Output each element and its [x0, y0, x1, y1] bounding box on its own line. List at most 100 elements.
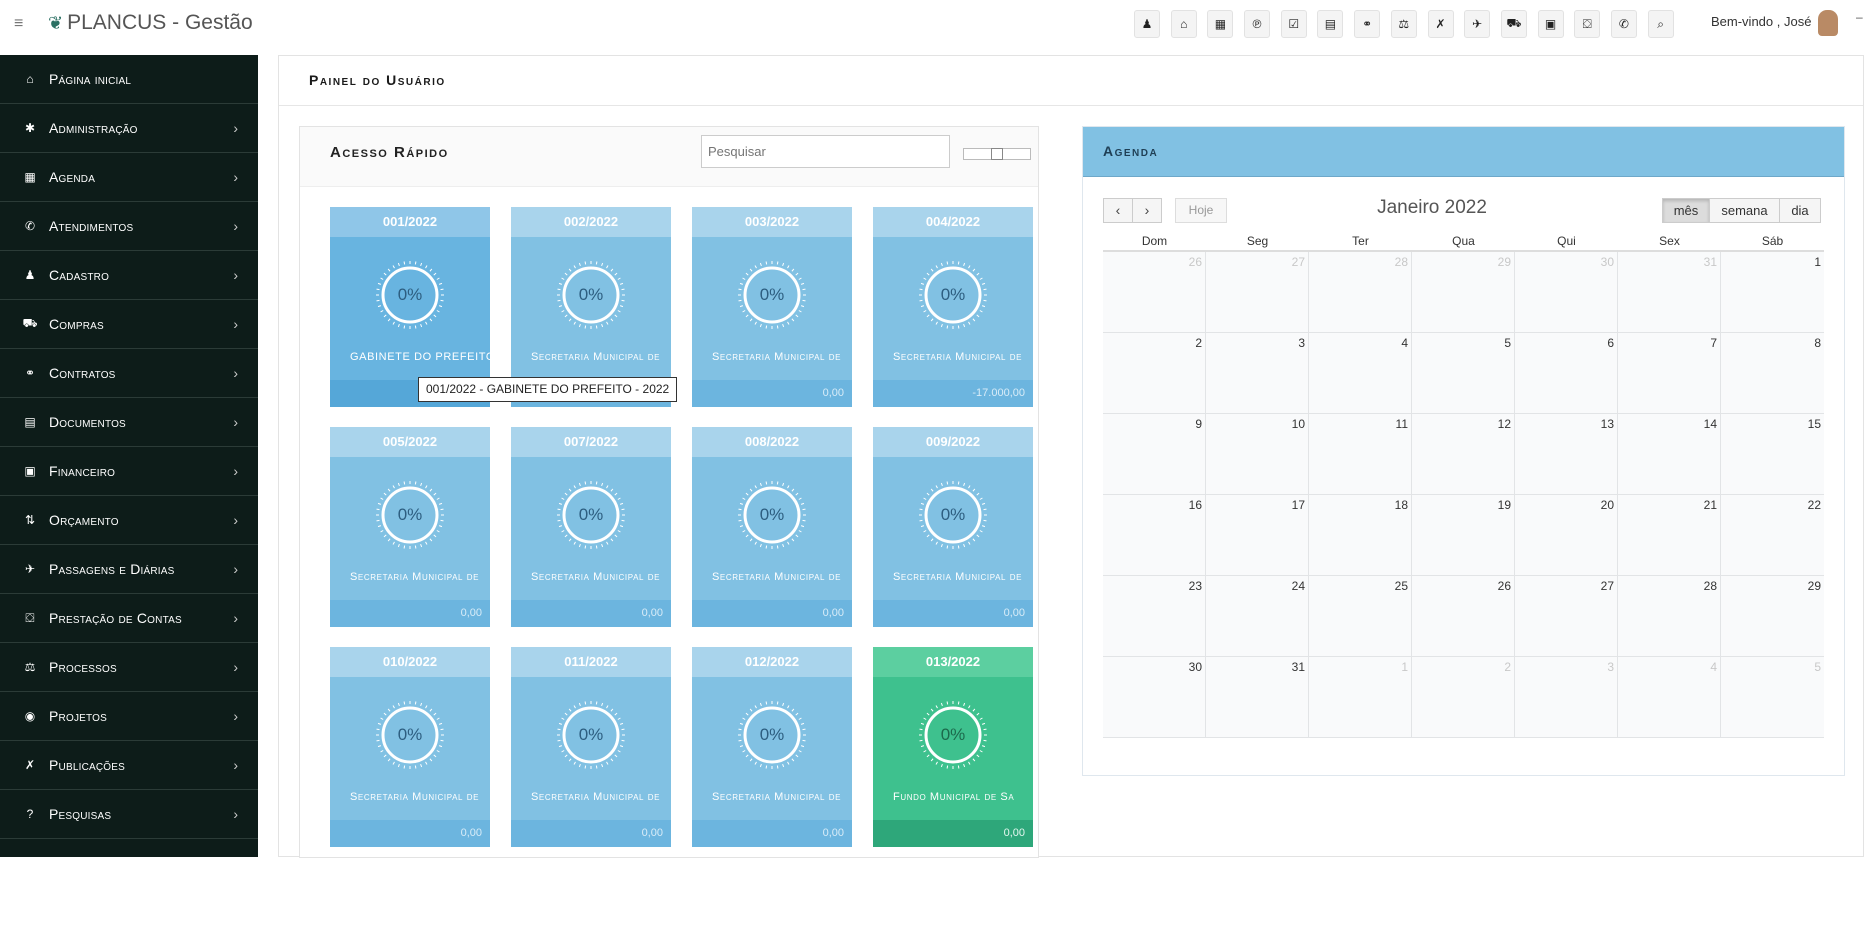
prev-month-button[interactable]: ‹ — [1103, 198, 1133, 223]
sidebar-item-8[interactable]: ▣ Financeiro › — [0, 447, 258, 496]
sidebar-item-14[interactable]: ✗ Publicações › — [0, 741, 258, 790]
next-month-button[interactable]: › — [1132, 198, 1162, 223]
calendar-day[interactable]: 13 — [1515, 414, 1618, 495]
checkbox-icon[interactable]: ☑ — [1280, 10, 1307, 38]
calendar-icon[interactable]: ▦ — [1207, 10, 1234, 38]
quick-access-card[interactable]: 007/2022 0% Secretaria Municipal de 0,00 — [511, 427, 671, 627]
calendar-day[interactable]: 6 — [1515, 333, 1618, 414]
calendar-day[interactable]: 4 — [1618, 657, 1721, 738]
chevron-down-icon[interactable]: – — [1856, 10, 1863, 24]
calendar-day[interactable]: 24 — [1206, 576, 1309, 657]
sidebar-item-3[interactable]: ✆ Atendimentos › — [0, 202, 258, 251]
calendar-day[interactable]: 5 — [1412, 333, 1515, 414]
sidebar-item-1[interactable]: ✱ Administração › — [0, 104, 258, 153]
calendar-day[interactable]: 3 — [1515, 657, 1618, 738]
today-button[interactable]: Hoje — [1175, 198, 1227, 223]
weekday-label: Qua — [1452, 234, 1475, 248]
calendar-day[interactable]: 14 — [1618, 414, 1721, 495]
calendar-day[interactable]: 30 — [1103, 657, 1206, 738]
calendar-day[interactable]: 18 — [1309, 495, 1412, 576]
calendar-day[interactable]: 12 — [1412, 414, 1515, 495]
calendar-day[interactable]: 29 — [1721, 576, 1824, 657]
person-icon[interactable]: ♟ — [1134, 10, 1160, 38]
calendar-day[interactable]: 3 — [1206, 333, 1309, 414]
xing-icon[interactable]: ✗ — [1427, 10, 1454, 38]
phone-icon[interactable]: ✆ — [1610, 10, 1637, 38]
calendar-day[interactable]: 7 — [1618, 333, 1721, 414]
calendar-day[interactable]: 2 — [1412, 657, 1515, 738]
welcome-text[interactable]: Bem-vindo , José — [1711, 14, 1811, 29]
toggle-slider[interactable] — [963, 148, 1031, 160]
calendar-day[interactable]: 9 — [1103, 414, 1206, 495]
quick-access-card[interactable]: 004/2022 0% Secretaria Municipal de -17.000… — [873, 207, 1033, 407]
sidebar-item-12[interactable]: ⚖ Processos › — [0, 643, 258, 692]
handshake-icon[interactable]: ⚭ — [1354, 10, 1381, 38]
pinterest-icon[interactable]: ℗ — [1244, 10, 1271, 38]
calendar-day[interactable]: 23 — [1103, 576, 1206, 657]
avatar[interactable] — [1818, 10, 1838, 36]
view-week-button[interactable]: semana — [1709, 198, 1780, 223]
sidebar-item-13[interactable]: ◉ Projetos › — [0, 692, 258, 741]
document-icon[interactable]: ▤ — [1317, 10, 1344, 38]
calendar-day[interactable]: 26 — [1412, 576, 1515, 657]
calendar-day[interactable]: 17 — [1206, 495, 1309, 576]
quick-access-card[interactable]: 012/2022 0% Secretaria Municipal de 0,00 — [692, 647, 852, 847]
hamburger-menu-icon[interactable]: ≡ — [14, 15, 23, 33]
search-input[interactable] — [701, 135, 950, 168]
calendar-day[interactable]: 21 — [1618, 495, 1721, 576]
calendar-day[interactable]: 31 — [1206, 657, 1309, 738]
calendar-day[interactable]: 31 — [1618, 252, 1721, 333]
money-icon[interactable]: ▣ — [1537, 10, 1564, 38]
calendar-day[interactable]: 27 — [1206, 252, 1309, 333]
quick-access-card[interactable]: 011/2022 0% Secretaria Municipal de 0,00 — [511, 647, 671, 847]
sidebar-item-6[interactable]: ⚭ Contratos › — [0, 349, 258, 398]
calendar-day[interactable]: 15 — [1721, 414, 1824, 495]
calendar-day[interactable]: 19 — [1412, 495, 1515, 576]
quick-access-card[interactable]: 009/2022 0% Secretaria Municipal de 0,00 — [873, 427, 1033, 627]
view-month-button[interactable]: mês — [1662, 198, 1710, 223]
sidebar-item-15[interactable]: ? Pesquisas › — [0, 790, 258, 839]
calendar-day[interactable]: 28 — [1618, 576, 1721, 657]
calendar-day[interactable]: 25 — [1309, 576, 1412, 657]
calendar-day[interactable]: 20 — [1515, 495, 1618, 576]
calendar-day[interactable]: 22 — [1721, 495, 1824, 576]
quick-access-card[interactable]: 008/2022 0% Secretaria Municipal de 0,00 — [692, 427, 852, 627]
calendar-day[interactable]: 27 — [1515, 576, 1618, 657]
calendar-day[interactable]: 10 — [1206, 414, 1309, 495]
calendar-day[interactable]: 1 — [1309, 657, 1412, 738]
quick-access-card[interactable]: 010/2022 0% Secretaria Municipal de 0,00 — [330, 647, 490, 847]
sidebar-item-5[interactable]: ⛟ Compras › — [0, 300, 258, 349]
sidebar-item-9[interactable]: ⇅ Orçamento › — [0, 496, 258, 545]
calendar-day[interactable]: 8 — [1721, 333, 1824, 414]
slider-knob[interactable] — [991, 148, 1003, 160]
sidebar-item-0[interactable]: ⌂ Página inicial — [0, 55, 258, 104]
view-day-button[interactable]: dia — [1779, 198, 1821, 223]
search-icon[interactable]: ⌕ — [1647, 10, 1674, 38]
calendar-day[interactable]: 16 — [1103, 495, 1206, 576]
plane-icon[interactable]: ✈ — [1464, 10, 1491, 38]
quick-access-card[interactable]: 005/2022 0% Secretaria Municipal de 0,00 — [330, 427, 490, 627]
calendar-day[interactable]: 30 — [1515, 252, 1618, 333]
calendar-day[interactable]: 2 — [1103, 333, 1206, 414]
quick-access-card[interactable]: 003/2022 0% Secretaria Municipal de 0,00 — [692, 207, 852, 407]
bank-icon[interactable]: ⌂ — [1170, 10, 1197, 38]
calendar-day[interactable]: 1 — [1721, 252, 1824, 333]
calendar-day[interactable]: 29 — [1412, 252, 1515, 333]
calendar-day[interactable]: 28 — [1309, 252, 1412, 333]
sidebar-item-4[interactable]: ♟ Cadastro › — [0, 251, 258, 300]
truck-icon[interactable]: ⛟ — [1500, 10, 1527, 38]
sidebar-item-2[interactable]: ▦ Agenda › — [0, 153, 258, 202]
sidebar-item-11[interactable]: ⛋ Prestação de Contas › — [0, 594, 258, 643]
view-switcher: mês semana dia — [1662, 198, 1821, 223]
calendar-day[interactable]: 4 — [1309, 333, 1412, 414]
quick-access-card[interactable]: 013/2022 0% Fundo Municipal de Sa 0,00 — [873, 647, 1033, 847]
calendar-day[interactable]: 26 — [1103, 252, 1206, 333]
calendar-day[interactable]: 5 — [1721, 657, 1824, 738]
app-logo[interactable]: ❦ PLANCUS - Gestão — [48, 11, 253, 35]
scale-icon[interactable]: ⚖ — [1390, 10, 1417, 38]
sidebar-item-10[interactable]: ✈ Passagens e Diárias › — [0, 545, 258, 594]
calendar-day[interactable]: 11 — [1309, 414, 1412, 495]
sidebar-item-7[interactable]: ▤ Documentos › — [0, 398, 258, 447]
stamp-icon[interactable]: ⛋ — [1574, 10, 1601, 38]
card-value: -17.000,00 — [873, 380, 1033, 407]
